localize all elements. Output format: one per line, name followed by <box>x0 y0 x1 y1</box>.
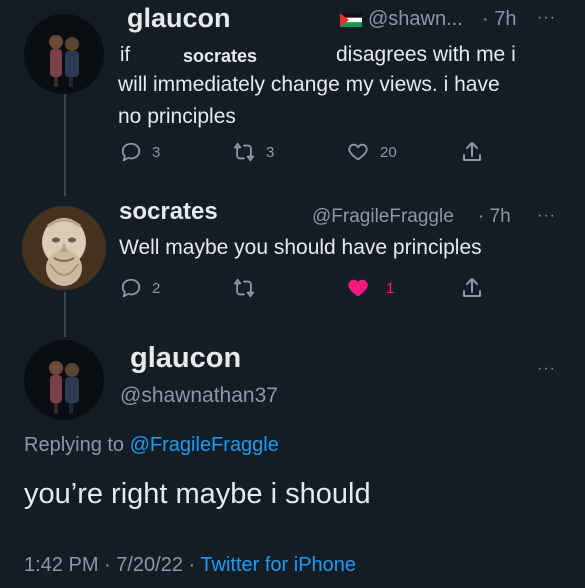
share-button[interactable] <box>460 140 494 164</box>
avatar-image <box>24 340 104 420</box>
like-button[interactable]: 20 <box>346 141 397 163</box>
author-name[interactable]: glaucon <box>130 342 241 375</box>
tweet-text: Well maybe you should have principles <box>119 236 482 259</box>
tweet-time[interactable]: · 7h <box>482 8 516 31</box>
like-count: 20 <box>380 143 397 161</box>
replying-to-label: Replying to <box>24 434 125 456</box>
replying-to-line: Replying to @FragileFraggle <box>24 434 279 457</box>
thread-line-1 <box>64 92 66 196</box>
avatar-glaucon[interactable] <box>24 14 104 94</box>
tweet-timestamp[interactable]: 1:42 PM · 7/20/22 · <box>24 554 195 576</box>
more-options-icon[interactable]: ··· <box>537 360 556 378</box>
retweet-button[interactable] <box>232 277 266 299</box>
palestine-flag-icon <box>340 13 362 27</box>
avatar-image <box>24 14 104 94</box>
tweet-text-line2: will immediately change my views. i have <box>118 73 500 96</box>
author-name[interactable]: glaucon <box>127 3 231 34</box>
tweet-text-line3: no principles <box>118 105 236 128</box>
more-options-icon[interactable]: ··· <box>537 9 556 27</box>
tweet-text-part: disagrees with me i <box>336 43 516 66</box>
reply-count: 2 <box>152 279 161 297</box>
share-icon <box>463 278 481 297</box>
reply-button[interactable]: 2 <box>120 277 160 299</box>
like-button[interactable]: 1 <box>346 277 394 299</box>
reply-button[interactable]: 3 <box>120 141 160 163</box>
tweet-meta: 1:42 PM · 7/20/22 · Twitter for iPhone <box>24 554 356 577</box>
tweet-time[interactable]: · 7h <box>478 206 511 228</box>
author-handle[interactable]: @shawnathan37 <box>120 384 278 408</box>
tweet-text-mention-socrates: socrates <box>183 46 258 66</box>
retweet-count: 3 <box>266 143 275 161</box>
avatar-socrates[interactable] <box>22 206 106 290</box>
retweet-icon <box>233 142 255 162</box>
tweet-text: you’re right maybe i should <box>24 478 371 510</box>
more-options-icon[interactable]: ··· <box>537 207 556 225</box>
heart-icon <box>348 279 368 297</box>
share-icon <box>463 142 481 161</box>
tweet-text-word-if: if <box>120 44 130 66</box>
retweet-button[interactable]: 3 <box>232 141 274 163</box>
share-button[interactable] <box>460 276 494 300</box>
heart-icon <box>348 143 368 161</box>
reply-icon <box>121 278 141 298</box>
author-handle[interactable]: @FragileFraggle <box>312 206 454 228</box>
author-name[interactable]: socrates <box>119 198 218 226</box>
replying-to-link[interactable]: @FragileFraggle <box>130 434 279 456</box>
author-handle[interactable]: @shawn... <box>368 8 463 31</box>
like-count: 1 <box>386 279 395 297</box>
reply-count: 3 <box>152 143 161 161</box>
avatar-image <box>22 206 106 290</box>
reply-icon <box>121 142 141 162</box>
retweet-icon <box>233 278 255 298</box>
thread-line-2 <box>64 292 66 337</box>
tweet-source-link[interactable]: Twitter for iPhone <box>200 554 356 576</box>
avatar-glaucon[interactable] <box>24 340 104 420</box>
